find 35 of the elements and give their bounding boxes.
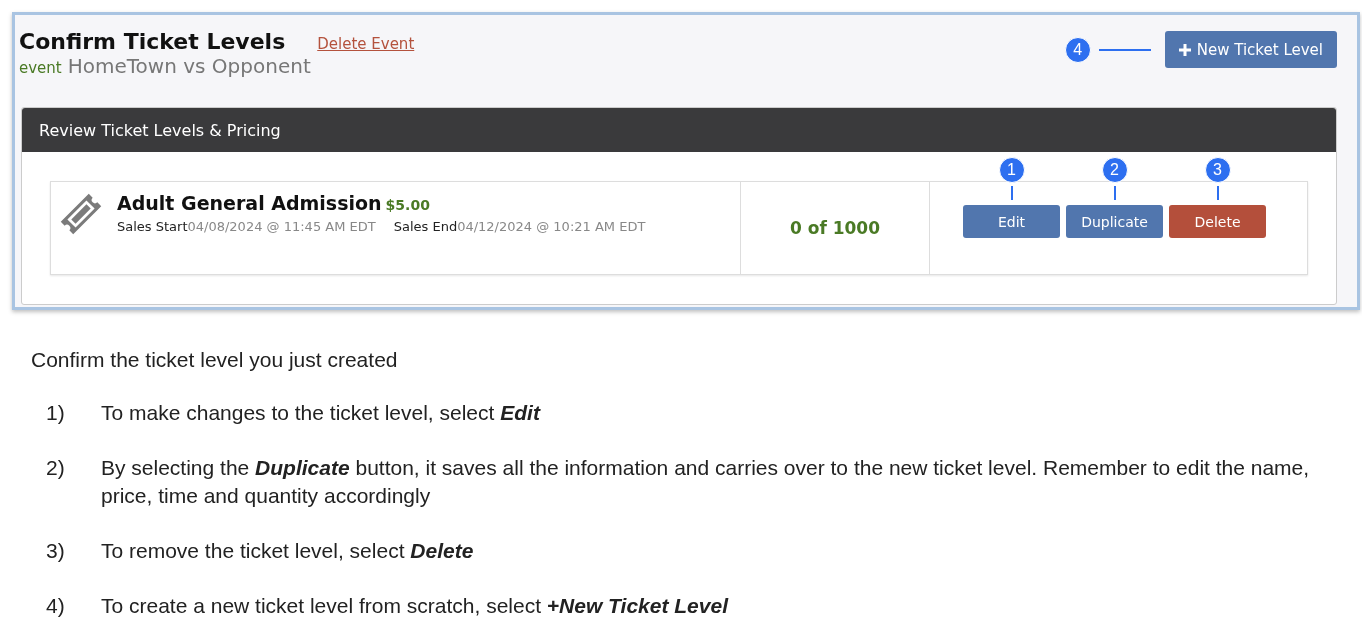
callout-badge: 1: [998, 157, 1025, 183]
event-label: event: [19, 59, 62, 77]
panel-title: Review Ticket Levels & Pricing: [39, 120, 281, 140]
leader-line: [1216, 186, 1219, 200]
step-text: To remove the ticket level, select Delete: [101, 538, 474, 564]
step-text: To create a new ticket level from scratch, select +New Ticket Level: [101, 593, 728, 619]
sales-end-date: 04/12/2024 @ 10:21 AM EDT: [457, 219, 646, 234]
plus-icon: [1178, 43, 1191, 56]
ticket-name: Adult General Admission: [117, 192, 382, 214]
leader-line: [1010, 186, 1013, 200]
step-number: 4): [45, 593, 66, 619]
leader-line: [1098, 48, 1151, 51]
step-text: To make changes to the ticket level, select Edit: [101, 400, 540, 426]
action-button[interactable]: Edit: [963, 205, 1060, 238]
callout-badge: 4: [1064, 36, 1091, 63]
step-number: 3): [45, 538, 66, 564]
sales-start-date: 04/08/2024 @ 11:45 AM EDT: [187, 219, 376, 234]
sales-start-label: Sales Start: [117, 219, 188, 234]
step-number: 2): [45, 455, 66, 481]
intro-text: Confirm the ticket level you just created: [31, 348, 399, 372]
action-button[interactable]: Duplicate: [1066, 205, 1163, 238]
step-text: By selecting the Duplicate button, it saves all the information and carries over to the new ticket level. Remember to edit the name, price, time and quantity accordingly: [101, 455, 1311, 509]
callout-badge: 2: [1101, 157, 1128, 183]
event-name: HomeTown vs Opponent: [67, 54, 311, 78]
new-ticket-level-button[interactable]: New Ticket Level: [1164, 31, 1337, 68]
callout-badge: 3: [1204, 157, 1231, 183]
ticket-quantity: 0 of 1000: [789, 218, 881, 238]
ticket-price: $5.00: [385, 197, 430, 213]
delete-event-link[interactable]: Delete Event: [317, 35, 415, 53]
ticket-icon: [59, 192, 103, 236]
sales-end-label: Sales End: [393, 219, 458, 234]
step-number: 1): [45, 400, 66, 426]
page-title: Confirm Ticket Levels: [19, 29, 286, 54]
leader-line: [1113, 186, 1116, 200]
action-button[interactable]: Delete: [1169, 205, 1266, 238]
